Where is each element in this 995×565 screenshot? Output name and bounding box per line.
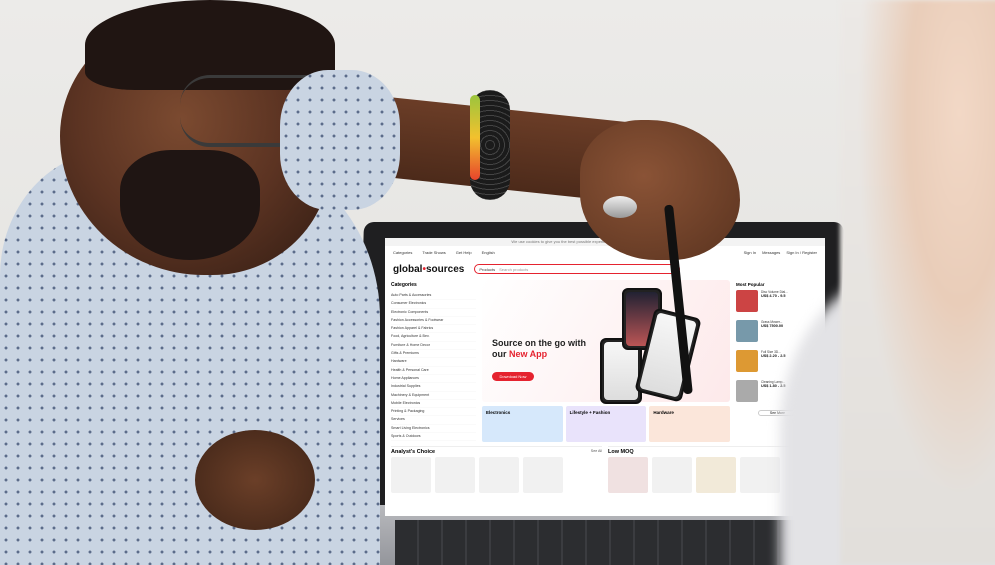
category-item[interactable]: Furniture & Home Decor — [391, 342, 476, 351]
category-item[interactable]: Consumer Electronics — [391, 300, 476, 309]
most-popular-title: Most Popular — [735, 282, 765, 287]
photo-scene: We use cookies to give you the best poss… — [0, 0, 995, 565]
category-tiles: Electronics Lifestyle + Fashion Hardware — [481, 406, 730, 442]
category-item[interactable]: Machinery & Equipment — [391, 392, 476, 400]
category-item[interactable]: Hardware — [391, 358, 476, 367]
ring-icon — [603, 196, 637, 218]
product-image — [735, 380, 758, 402]
product-thumb[interactable] — [523, 457, 563, 493]
globalsources-logo[interactable]: global•sources — [393, 264, 464, 275]
product-thumb[interactable] — [740, 457, 780, 493]
product-price: US$ 1.80 - 2.5 — [760, 384, 786, 388]
categories-panel: Categories Auto Parts & Accessories Cons… — [391, 280, 476, 442]
colored-bracelet-icon — [470, 95, 480, 180]
category-item[interactable]: Home Appliances — [391, 375, 476, 384]
category-item[interactable]: Sports & Outdoors — [391, 433, 476, 442]
category-item[interactable]: Gifts & Premiums — [391, 350, 476, 359]
laptop-screen: We use cookies to give you the best poss… — [385, 238, 825, 516]
search-category-select[interactable]: Products — [479, 267, 495, 272]
person-sleeve — [280, 70, 400, 210]
product-price: US$ 2.20 - 2.5 — [760, 354, 786, 358]
section-title: Analyst's Choice — [391, 449, 436, 455]
categories-title: Categories — [391, 282, 417, 288]
see-all-link[interactable]: See All — [591, 449, 602, 455]
nav-trade-shows[interactable]: Trade Shows — [422, 250, 445, 255]
center-column: Source on the go with our New App Downlo… — [481, 280, 730, 442]
product-thumb[interactable] — [608, 457, 648, 493]
hero-line2-prefix: our — [491, 349, 509, 359]
category-item[interactable]: Printing & Packaging — [391, 408, 476, 417]
product-thumb[interactable] — [435, 457, 475, 493]
foreground-person-blur — [840, 0, 995, 565]
category-item[interactable]: Fashion Accessories & Footwear — [391, 317, 476, 326]
nav-categories[interactable]: Categories — [393, 250, 412, 255]
product-thumb[interactable] — [391, 457, 431, 493]
tile-lifestyle-fashion[interactable]: Lifestyle + Fashion — [565, 406, 647, 442]
tile-electronics[interactable]: Electronics — [481, 406, 563, 442]
popular-item[interactable]: Disc Volume Dial... US$ 4.70 - 9.5 — [735, 290, 819, 318]
person-hand — [580, 120, 740, 260]
category-item[interactable]: Health & Personal Care — [391, 367, 476, 375]
download-button[interactable]: Download Now — [491, 372, 534, 381]
category-item[interactable]: Electronic Components — [391, 309, 476, 317]
product-image — [735, 350, 758, 372]
nav-get-help[interactable]: Get Help — [456, 250, 472, 255]
product-thumb[interactable] — [479, 457, 519, 493]
category-item[interactable]: Food, Agriculture & Bev. — [391, 333, 476, 342]
search-placeholder: Search products — [499, 266, 529, 272]
laptop-keyboard — [395, 520, 815, 565]
main-content: Categories Auto Parts & Accessories Cons… — [385, 280, 825, 442]
category-item[interactable]: Auto Parts & Accessories — [391, 292, 476, 301]
logo-right: sources — [425, 263, 465, 275]
category-item[interactable]: Mobile Electronics — [391, 400, 476, 409]
search-input[interactable]: Products Search products — [474, 264, 681, 274]
hero-banner[interactable]: Source on the go with our New App Downlo… — [481, 280, 730, 404]
section-title: Low MOQ — [608, 449, 634, 455]
nav-language[interactable]: English — [482, 250, 495, 255]
product-image — [735, 320, 758, 342]
product-price: US$ 4.70 - 9.5 — [760, 294, 786, 298]
person-left-hand — [195, 430, 315, 530]
bottom-sections: Analyst's Choice See All Low MOQ See All — [385, 442, 825, 497]
nav-messages[interactable]: Messages — [762, 250, 780, 255]
hero-title: Source on the go with our New App — [492, 338, 592, 360]
logo-left: global — [393, 263, 423, 275]
product-image — [735, 290, 758, 312]
hero-line2-accent: New App — [508, 349, 548, 359]
tile-hardware[interactable]: Hardware — [649, 406, 730, 442]
category-item[interactable]: Smart Living Electronics — [391, 425, 476, 434]
product-thumb[interactable] — [696, 457, 736, 493]
category-item[interactable]: Industrial Supplies — [391, 383, 476, 392]
site-header: global•sources Products Search products — [385, 258, 825, 280]
person-beard — [120, 150, 260, 260]
product-thumb[interactable] — [652, 457, 692, 493]
analysts-choice-panel: Analyst's Choice See All — [391, 446, 602, 493]
category-item[interactable]: Fashion Apparel & Fabrics — [391, 325, 476, 334]
top-nav: Categories Trade Shows Get Help English … — [385, 246, 825, 258]
nav-sign-in[interactable]: Sign In — [744, 250, 756, 255]
product-price: US$ 7500.00 — [760, 324, 784, 328]
hero-line1: Source on the go with — [491, 338, 586, 348]
nav-register[interactable]: Sign In / Register — [786, 250, 817, 255]
category-item[interactable]: Services — [391, 416, 476, 425]
